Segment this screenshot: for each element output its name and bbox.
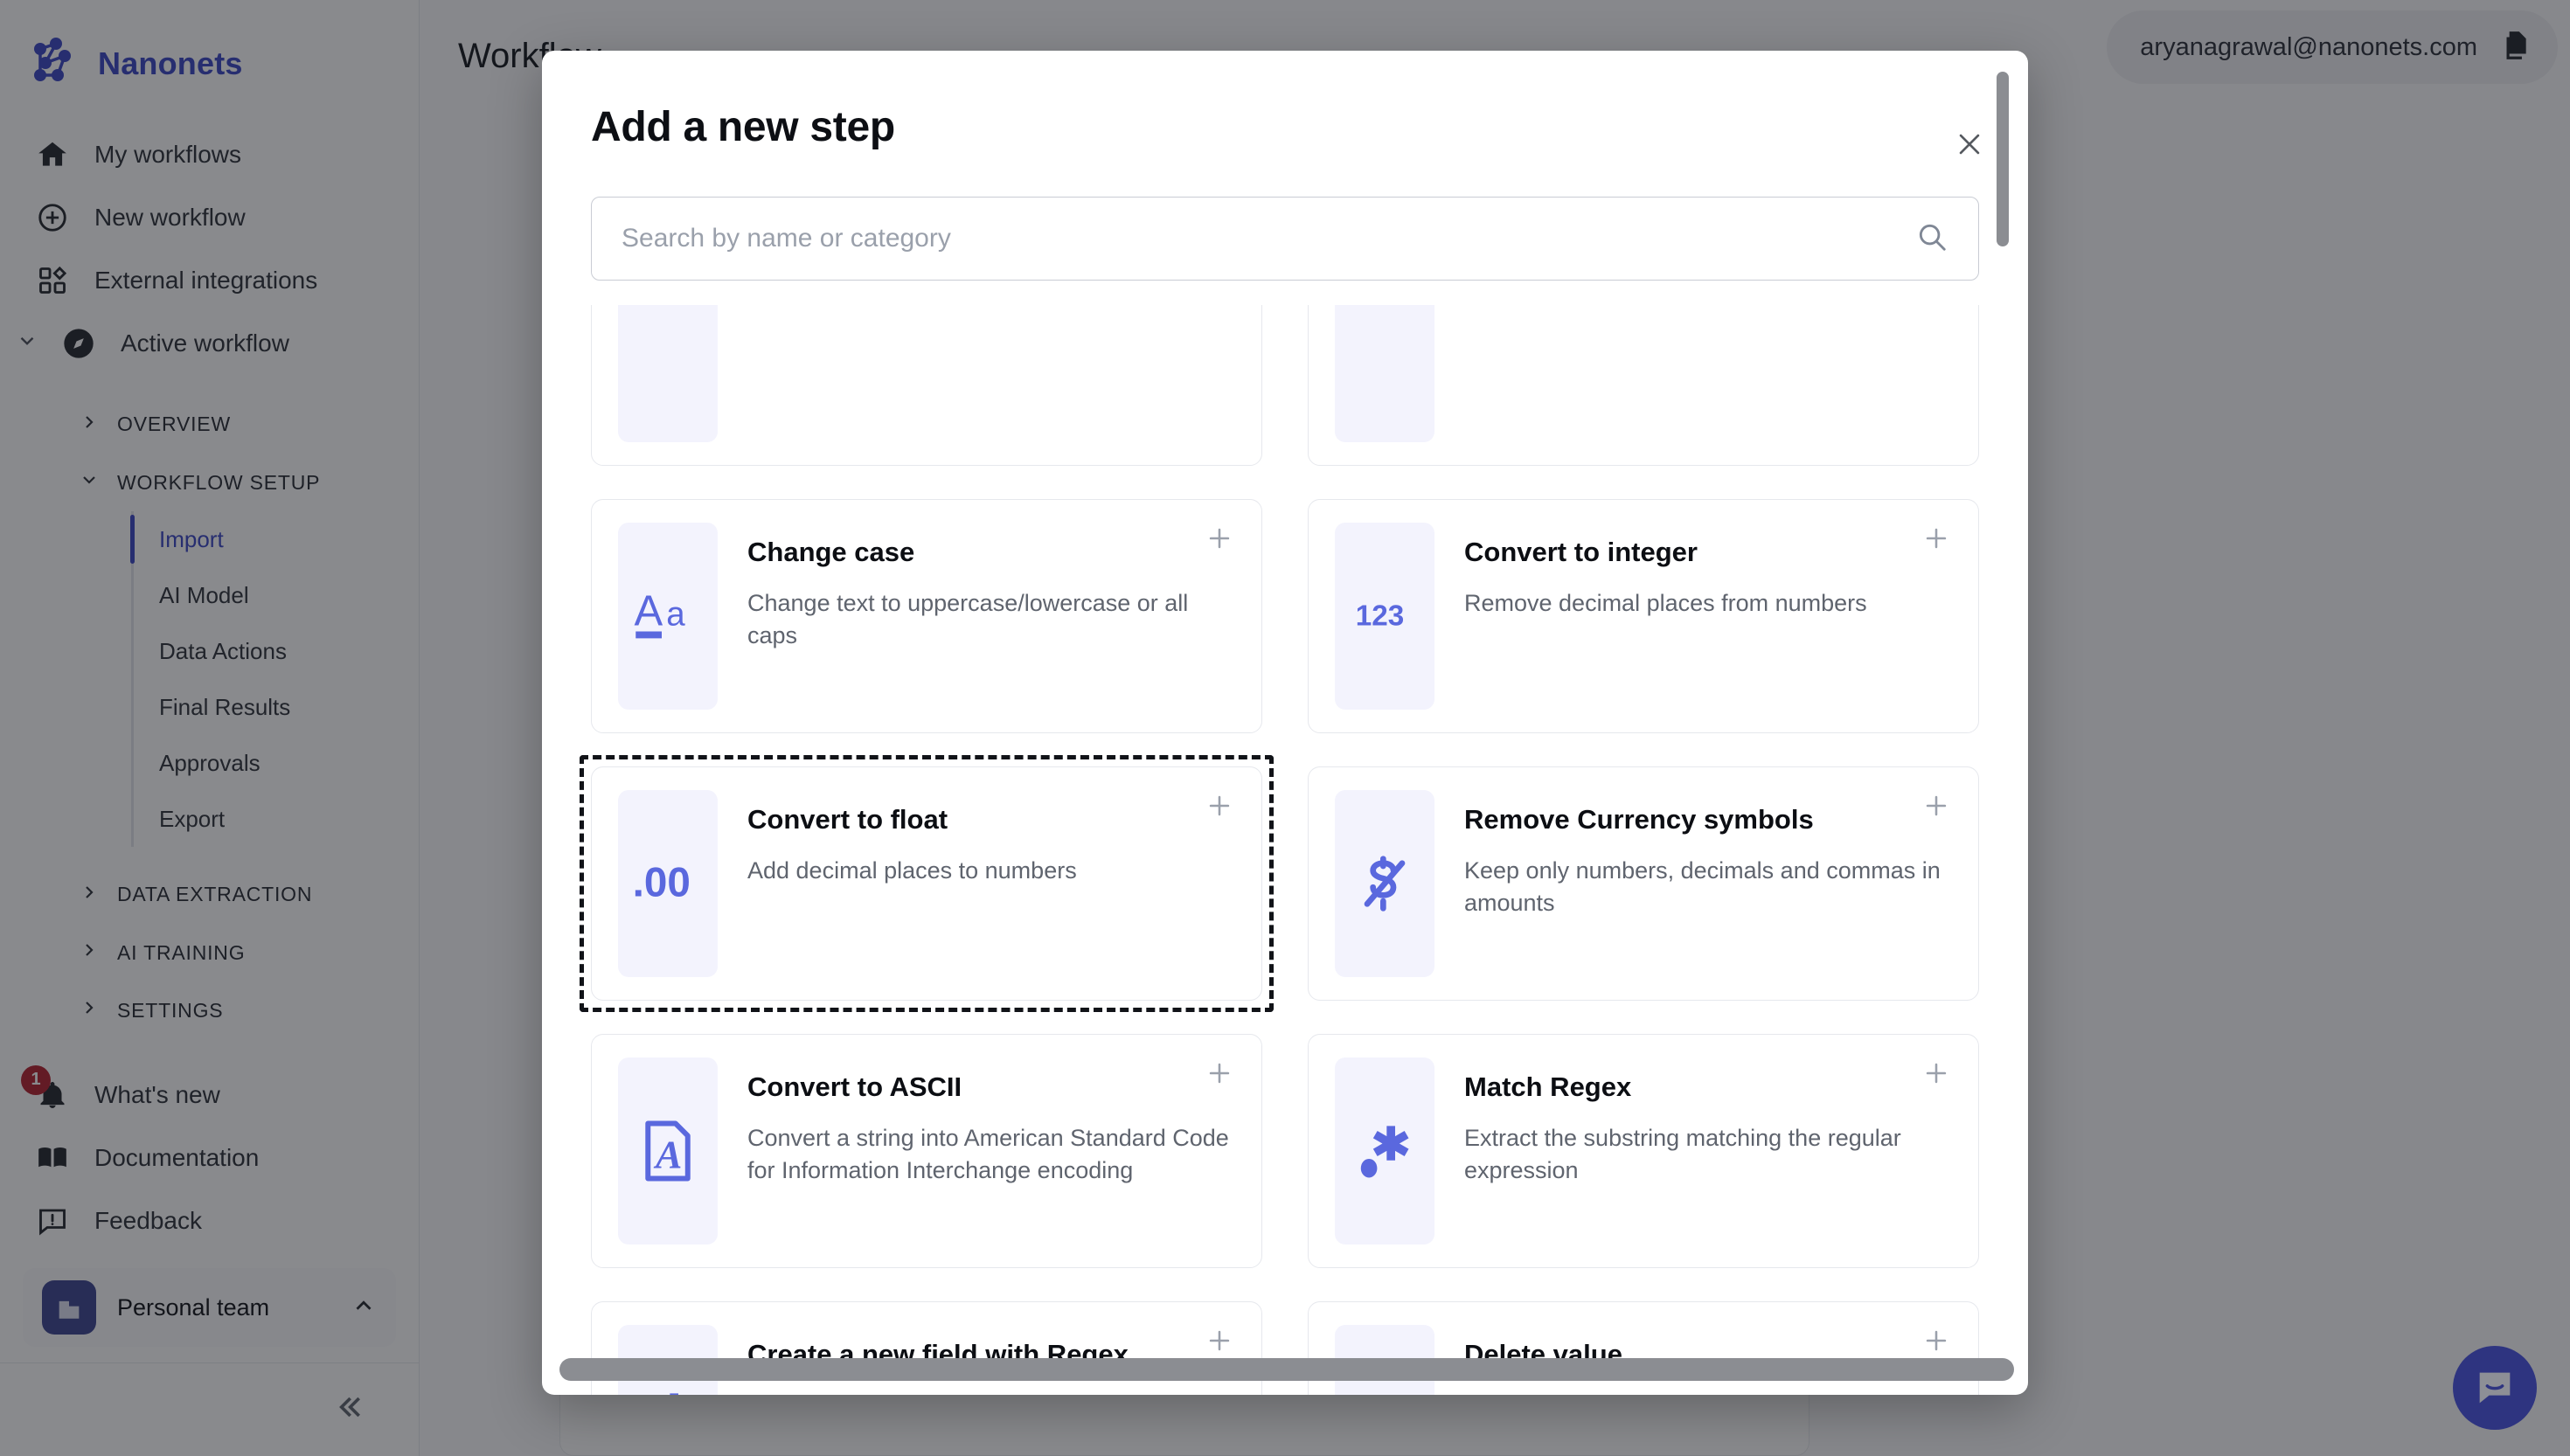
step-option-desc: Change text to uppercase/lowercase or al… (747, 590, 1189, 648)
svg-text:123: 123 (1356, 600, 1404, 633)
step-option-body (1464, 305, 1952, 442)
decimal-point-zero-zero-icon: .00 (618, 790, 718, 977)
step-option-desc: Keep only numbers, decimals and commas i… (1464, 857, 1941, 916)
close-icon[interactable] (1948, 122, 1991, 166)
step-option-body: Match Regex Extract the substring matchi… (1464, 1057, 1952, 1245)
svg-text:a: a (666, 596, 685, 634)
step-option-body: Remove Currency symbols Keep only number… (1464, 790, 1952, 977)
search-field[interactable] (591, 197, 1979, 281)
step-option-card[interactable] (1308, 305, 1979, 466)
step-option-convert-to-ascii[interactable]: A Convert to ASCII Convert a string into… (591, 1034, 1262, 1268)
step-option-title: Remove Currency symbols (1464, 804, 1814, 835)
step-option-title: Convert to integer (1464, 537, 1698, 567)
aa-text-case-icon: A a (618, 523, 718, 710)
add-new-step-modal: Add a new step Search by name or categor… (542, 51, 2028, 1395)
step-option-convert-to-integer[interactable]: 123 Convert to integer Remove decimal pl… (1308, 499, 1979, 733)
svg-text:A: A (635, 588, 663, 635)
plus-icon[interactable] (1202, 521, 1237, 556)
intercom-chat-icon[interactable] (2453, 1346, 2537, 1430)
plus-icon[interactable] (1919, 1323, 1954, 1358)
step-option-match-regex[interactable]: Match Regex Extract the substring matchi… (1308, 1034, 1979, 1268)
plus-icon[interactable] (1202, 1323, 1237, 1358)
step-option-desc: Derive fields from captured regex groups… (747, 1390, 1235, 1395)
step-option-title: Change case (747, 537, 915, 567)
blank-icon (618, 305, 718, 442)
search-icon[interactable] (1915, 220, 1948, 258)
horizontal-scrollbar-thumb[interactable] (559, 1358, 2014, 1381)
step-option-title: Convert to ASCII (747, 1071, 962, 1102)
plus-icon[interactable] (1919, 1056, 1954, 1091)
svg-text:A: A (653, 1132, 682, 1176)
step-option-title: Convert to float (747, 804, 948, 835)
step-options-grid: A a Change case Change text to uppercase… (580, 305, 1979, 1395)
step-option-remove-currency-symbols[interactable]: Remove Currency symbols Keep only number… (1308, 766, 1979, 1001)
search-input[interactable] (622, 224, 1915, 253)
step-option-body: Change case Change text to uppercase/low… (747, 523, 1235, 710)
step-option-change-case[interactable]: A a Change case Change text to uppercase… (591, 499, 1262, 733)
step-options-scroll-area[interactable]: A a Change case Change text to uppercase… (542, 305, 2028, 1395)
step-option-card[interactable] (591, 305, 1262, 466)
step-option-body: Convert to ASCII Convert a string into A… (747, 1057, 1235, 1245)
svg-text:.00: .00 (633, 860, 691, 906)
step-option-desc: Remove decimal places from numbers (1464, 590, 1867, 616)
plus-icon[interactable] (1919, 788, 1954, 823)
step-option-desc: Add decimal places to numbers (747, 857, 1077, 884)
blank-icon (1335, 305, 1434, 442)
plus-icon[interactable] (1202, 788, 1237, 823)
dollar-slash-icon (1335, 790, 1434, 977)
modal-header: Add a new step (542, 51, 2028, 155)
step-option-body: Convert to float Add decimal places to n… (747, 790, 1235, 977)
step-option-desc: Convert a string into American Standard … (747, 1125, 1229, 1183)
123-number-icon: 123 (1335, 523, 1434, 710)
step-option-title: Match Regex (1464, 1071, 1632, 1102)
step-option-desc: Extract the substring matching the regul… (1464, 1125, 1901, 1183)
step-option-body (747, 305, 1235, 442)
document-letter-a-icon: A (618, 1057, 718, 1245)
asterisk-dot-icon (1335, 1057, 1434, 1245)
plus-icon[interactable] (1202, 1056, 1237, 1091)
step-option-desc: Delete values(contents) of the specified… (1464, 1390, 1952, 1395)
step-option-convert-to-float[interactable]: .00 Convert to float Add decimal places … (580, 755, 1274, 1012)
modal-title: Add a new step (591, 104, 895, 150)
step-option-body: Convert to integer Remove decimal places… (1464, 523, 1952, 710)
plus-icon[interactable] (1919, 521, 1954, 556)
